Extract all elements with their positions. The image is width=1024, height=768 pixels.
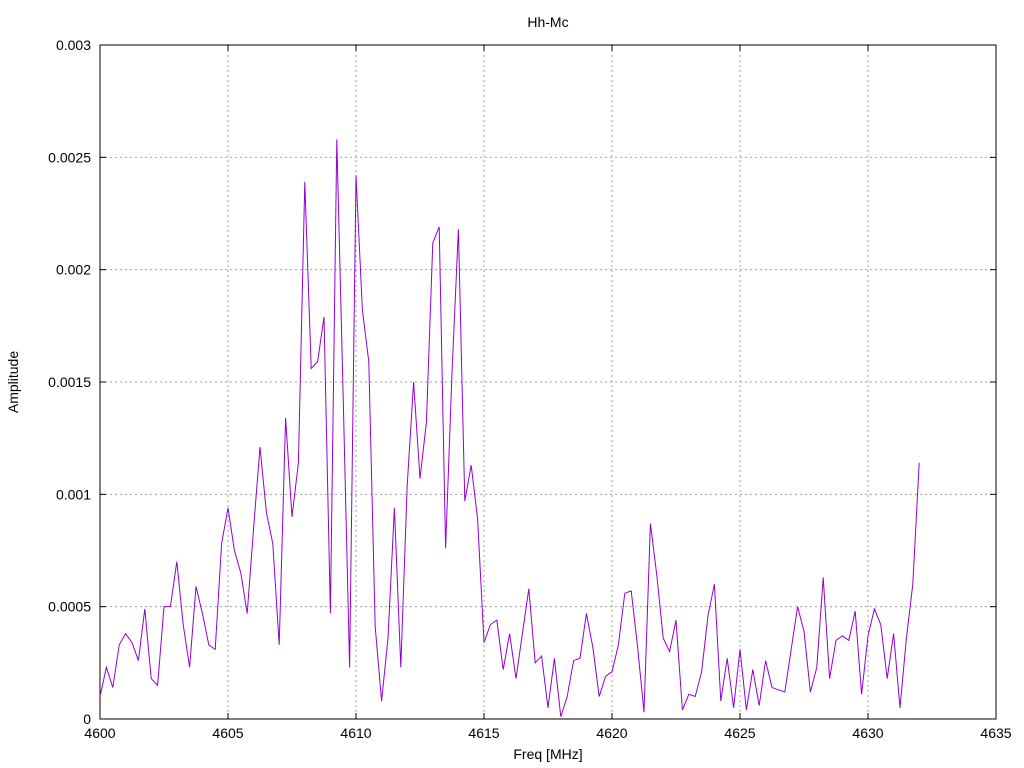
y-tick-label: 0.0025 [48, 149, 91, 165]
x-tick-label: 4630 [852, 725, 883, 741]
chart-title: Hh-Mc [527, 14, 568, 30]
x-tick-label: 4610 [340, 725, 371, 741]
y-axis-label: Amplitude [5, 351, 21, 413]
amplitude-series-line [99, 139, 920, 717]
line-chart: 4600 4605 4610 4615 4620 4625 4630 4635 0 0.0005 0… [5, 14, 1012, 762]
grid [100, 45, 996, 719]
x-tick-label: 4600 [84, 725, 115, 741]
x-tick-label: 4625 [724, 725, 755, 741]
x-tick-label: 4635 [980, 725, 1011, 741]
y-tick-label: 0.001 [56, 486, 91, 502]
x-axis-label: Freq [MHz] [513, 746, 582, 762]
series-layer [99, 139, 920, 717]
x-tick-label: 4605 [212, 725, 243, 741]
y-tick-label: 0.0015 [48, 374, 91, 390]
y-tick-label: 0.003 [56, 37, 91, 53]
y-tick-label: 0.0005 [48, 599, 91, 615]
axis-ticks: 4600 4605 4610 4615 4620 4625 4630 4635 0 0.0005 0… [48, 37, 1012, 741]
chart-container: 4600 4605 4610 4615 4620 4625 4630 4635 0 0.0005 0… [0, 0, 1024, 768]
x-tick-label: 4620 [596, 725, 627, 741]
y-tick-label: 0 [83, 711, 91, 727]
y-tick-label: 0.002 [56, 262, 91, 278]
x-tick-label: 4615 [468, 725, 499, 741]
